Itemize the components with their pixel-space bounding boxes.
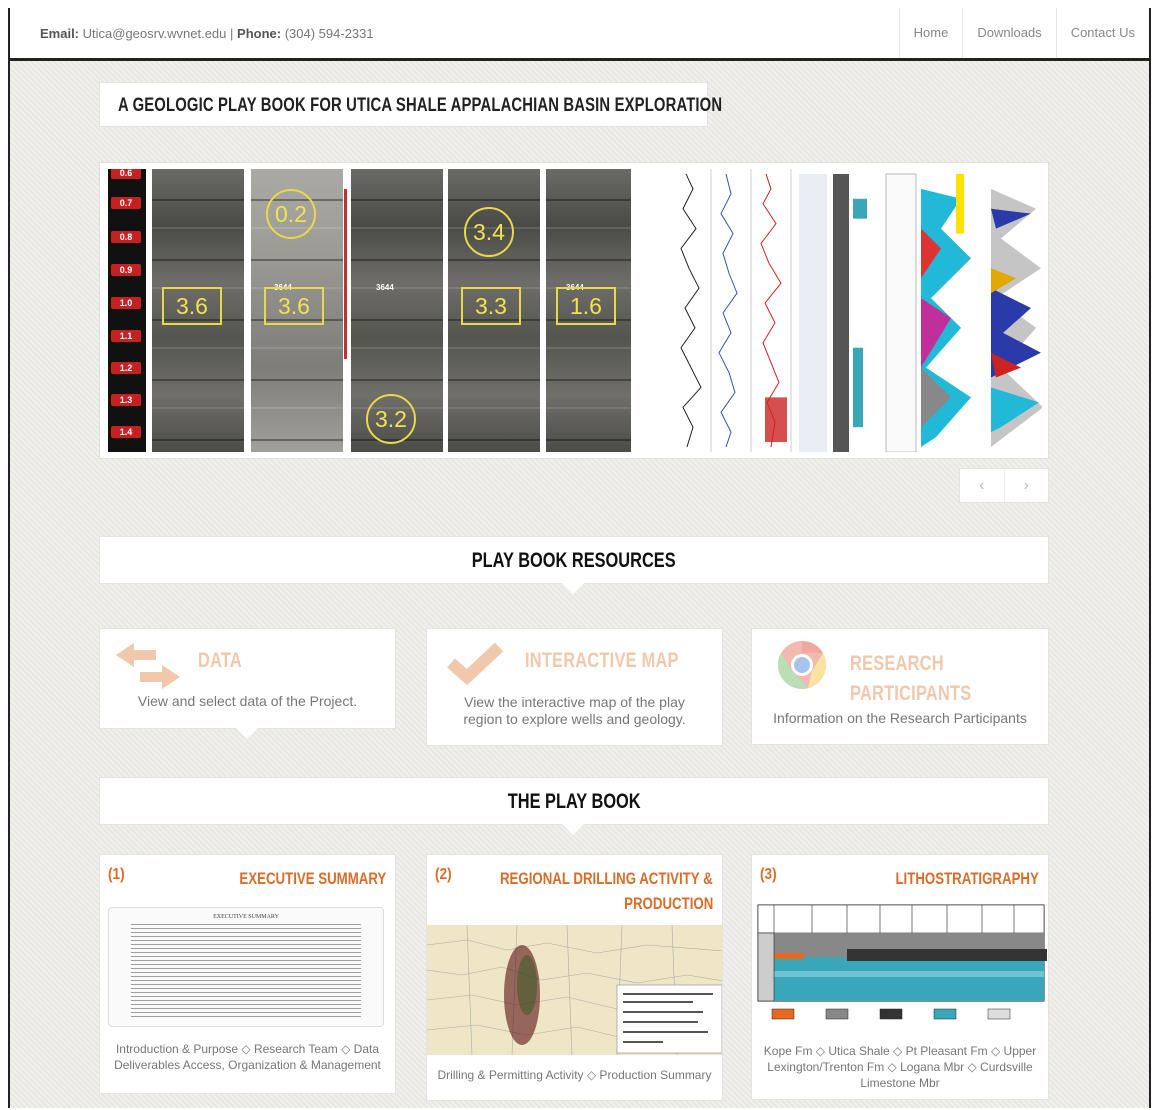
resource-card-research-participants[interactable]: RESEARCH PARTICIPANTS Information on the…	[751, 628, 1049, 745]
slider-next-button[interactable]: ›	[1005, 469, 1049, 502]
playbook-card-executive-summary[interactable]: (1) EXECUTIVE SUMMARY EXECUTIVE SUMMARY …	[99, 854, 396, 1094]
core-value-box: 3.6	[162, 287, 222, 325]
playbook-card-title: LITHOSTRATIGRAPHY	[895, 869, 1039, 888]
resource-title-research-participants: RESEARCH PARTICIPANTS	[850, 652, 972, 705]
playbook-heading: THE PLAY BOOK	[507, 790, 641, 813]
depth-tick: 1.3	[111, 394, 141, 406]
chrome-icon	[776, 639, 828, 696]
core-value-circle: 3.2	[366, 394, 416, 444]
contact-separator: |	[230, 26, 234, 41]
page-frame: Email: Utica@geosrv.wvnet.edu | Phone: (…	[8, 8, 1151, 1108]
arrows-exchange-icon	[116, 641, 180, 696]
well-log-chart	[671, 169, 1042, 452]
resource-card-data[interactable]: DATA View and select data of the Project…	[99, 628, 396, 739]
slider-image-core-and-logs: 0.6 0.7 0.8 0.9 1.0 1.1 1.2 1.3 1.4 3644…	[106, 169, 1042, 452]
playbook-card-title: EXECUTIVE SUMMARY	[239, 869, 386, 888]
main-nav: Home Downloads Contact Us	[898, 8, 1149, 58]
core-value-box: 1.6	[556, 287, 616, 325]
email-label: Email:	[40, 26, 80, 41]
depth-tick: 0.6	[111, 169, 141, 179]
phone-value: (304) 594-2331	[284, 26, 374, 41]
resource-card-interactive-map[interactable]: INTERACTIVE MAP View the interactive map…	[426, 628, 723, 746]
core-value-box: 3.3	[461, 287, 521, 325]
playbook-card-desc: Introduction & Purpose ◇ Research Team ◇…	[114, 1042, 381, 1072]
doc-text-lines	[131, 924, 361, 1018]
resource-title-interactive-map: INTERACTIVE MAP	[525, 649, 679, 672]
depth-tick: 0.9	[111, 264, 141, 276]
nav-home[interactable]: Home	[898, 8, 963, 58]
phone-label: Phone:	[237, 26, 282, 41]
core-marker-line	[344, 189, 347, 359]
depth-tick: 0.8	[111, 231, 141, 243]
resource-title-data: DATA	[198, 649, 243, 672]
playbook-card-number: (1)	[108, 866, 125, 883]
slider-prev-button[interactable]: ‹	[960, 469, 1005, 502]
playbook-card-lithostratigraphy[interactable]: (3) LITHOSTRATIGRAPHY Kope Fm ◇ Utica Sh…	[751, 854, 1049, 1100]
top-bar: Email: Utica@geosrv.wvnet.edu | Phone: (…	[10, 8, 1149, 61]
core-value-circle: 3.4	[464, 207, 514, 257]
core-depth-label: 3644	[376, 283, 394, 292]
drilling-map-thumbnail	[427, 925, 722, 1055]
doc-heading: EXECUTIVE SUMMARY	[213, 914, 279, 920]
slider-controls: ‹ ›	[959, 468, 1049, 503]
depth-tick: 1.1	[111, 330, 141, 342]
depth-tick: 0.7	[111, 197, 141, 209]
executive-summary-thumbnail: EXECUTIVE SUMMARY	[100, 901, 395, 1031]
playbook-card-desc: Kope Fm ◇ Utica Shale ◇ Pt Pleasant Fm ◇…	[763, 1044, 1037, 1090]
depth-tick: 1.4	[111, 426, 141, 438]
core-value-circle: 0.2	[266, 189, 316, 239]
resources-heading-box: PLAY BOOK RESOURCES	[99, 536, 1049, 594]
lithostratigraphy-chart-thumbnail	[752, 901, 1048, 1031]
page-title-box: A GEOLOGIC PLAY BOOK FOR UTICA SHALE APP…	[99, 82, 722, 127]
resource-desc-research-participants: Information on the Research Participants	[773, 710, 1027, 726]
contact-info: Email: Utica@geosrv.wvnet.edu | Phone: (…	[40, 26, 374, 41]
page-title: A GEOLOGIC PLAY BOOK FOR UTICA SHALE APP…	[118, 95, 723, 116]
nav-contact-us[interactable]: Contact Us	[1055, 8, 1149, 58]
playbook-card-title: REGIONAL DRILLING ACTIVITY & PRODUCTION	[500, 869, 713, 913]
playbook-heading-box: THE PLAY BOOK	[99, 777, 1049, 835]
checkmark-icon	[447, 641, 504, 690]
resource-desc-data: View and select data of the Project.	[137, 693, 358, 709]
resources-heading: PLAY BOOK RESOURCES	[472, 549, 676, 572]
nav-downloads[interactable]: Downloads	[962, 8, 1055, 58]
playbook-card-number: (3)	[760, 866, 777, 883]
playbook-card-desc: Drilling & Permitting Activity ◇ Product…	[437, 1068, 712, 1082]
depth-tick: 1.0	[111, 297, 141, 309]
depth-tick: 1.2	[111, 362, 141, 374]
playbook-card-regional-drilling[interactable]: (2) REGIONAL DRILLING ACTIVITY & PRODUCT…	[426, 854, 723, 1101]
depth-ruler: 0.6 0.7 0.8 0.9 1.0 1.1 1.2 1.3 1.4	[108, 169, 146, 452]
email-link[interactable]: Utica@geosrv.wvnet.edu	[83, 26, 227, 41]
resource-desc-interactive-map: View the interactive map of the play reg…	[463, 694, 686, 727]
image-slider[interactable]: 0.6 0.7 0.8 0.9 1.0 1.1 1.2 1.3 1.4 3644…	[99, 162, 1049, 459]
core-value-box: 3.6	[264, 287, 324, 325]
